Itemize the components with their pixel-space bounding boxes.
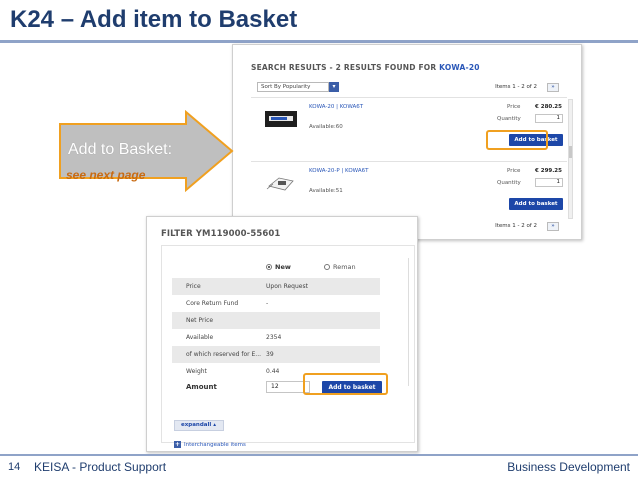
footer-right-text: Business Development: [507, 460, 630, 474]
attribute-row: Core Return Fund -: [172, 295, 380, 312]
attribute-key: Price: [186, 283, 201, 290]
add-to-basket-button[interactable]: Add to basket: [509, 198, 563, 210]
attribute-key: Net Price: [186, 317, 214, 324]
attribute-row: Available 2354: [172, 329, 380, 346]
price-label: Price: [507, 104, 521, 110]
amount-label: Amount: [186, 383, 217, 391]
attribute-value: -: [266, 300, 269, 307]
quantity-label: Quantity: [497, 180, 521, 186]
callout-title: Add to Basket:: [68, 141, 173, 158]
availability-text: Available:51: [309, 188, 343, 194]
attribute-row: of which reserved for E... 39: [172, 346, 380, 363]
callout-subtitle: see next page: [66, 168, 146, 182]
price-label: Price: [507, 168, 521, 174]
attribute-value: 0.44: [266, 368, 280, 375]
filter-scrollbar[interactable]: [408, 258, 413, 386]
results-scrollbar[interactable]: [568, 99, 573, 219]
attribute-key: Weight: [186, 368, 207, 375]
filter-title: FILTER YM119000-55601: [161, 229, 281, 239]
scrollbar-thumb[interactable]: [569, 146, 572, 158]
radio-unchecked-icon: [324, 264, 330, 270]
title-divider: [0, 40, 638, 43]
sort-dropdown-icon[interactable]: ▾: [329, 82, 339, 92]
attribute-row: Net Price: [172, 312, 380, 329]
plus-icon: +: [174, 441, 181, 448]
availability-text: Available:60: [309, 124, 343, 130]
filter-body: New Reman Price Upon Request Core Return F…: [161, 245, 415, 448]
search-query: KOWA-20: [439, 63, 480, 72]
product-thumbnail[interactable]: [261, 108, 301, 130]
interchangeable-items-link[interactable]: + Interchangeable items: [174, 441, 246, 448]
footer-left-text: KEISA - Product Support: [34, 460, 167, 474]
expand-all-button[interactable]: expandall ▴: [174, 420, 224, 431]
items-count-bottom: Items 1 - 2 of 2: [495, 223, 537, 229]
attribute-value: 39: [266, 351, 274, 358]
attribute-value: Upon Request: [266, 283, 308, 290]
result-row: KOWA-20-P | KOWA6T Available:51 Price € …: [251, 161, 567, 217]
part-link[interactable]: KOWA-20-P | KOWA6T: [309, 168, 368, 174]
caret-up-icon: ▴: [213, 422, 216, 428]
part-link[interactable]: KOWA-20 | KOWA6T: [309, 104, 363, 110]
price-value: € 280.25: [535, 104, 562, 110]
quantity-input[interactable]: 1: [535, 114, 563, 123]
radio-reman[interactable]: Reman: [324, 263, 356, 271]
filter-panel: FILTER YM119000-55601 New Reman Price Upo…: [146, 216, 418, 452]
highlight-ring: [486, 130, 548, 150]
quantity-input[interactable]: 1: [535, 178, 563, 187]
search-results-heading: SEARCH RESULTS - 2 RESULTS FOUND FOR KOW…: [251, 63, 480, 72]
footer-divider: [0, 454, 638, 456]
highlight-ring: [303, 373, 388, 395]
attribute-key: Available: [186, 334, 214, 341]
radio-new[interactable]: New: [266, 263, 291, 271]
items-count-top: Items 1 - 2 of 2: [495, 84, 537, 90]
attribute-key: Core Return Fund: [186, 300, 239, 307]
attribute-row: Price Upon Request: [172, 278, 380, 295]
next-page-icon[interactable]: »: [547, 222, 559, 231]
price-value: € 299.25: [535, 168, 562, 174]
page-number: 14: [8, 461, 21, 473]
radio-checked-icon: [266, 264, 272, 270]
slide-title: K24 – Add item to Basket: [10, 6, 298, 33]
attribute-value: 2354: [266, 334, 282, 341]
next-page-icon[interactable]: »: [547, 83, 559, 92]
sort-select[interactable]: Sort By Popularity: [257, 82, 329, 92]
product-thumbnail[interactable]: [261, 172, 301, 194]
quantity-label: Quantity: [497, 116, 521, 122]
attribute-key: of which reserved for E...: [186, 351, 262, 358]
